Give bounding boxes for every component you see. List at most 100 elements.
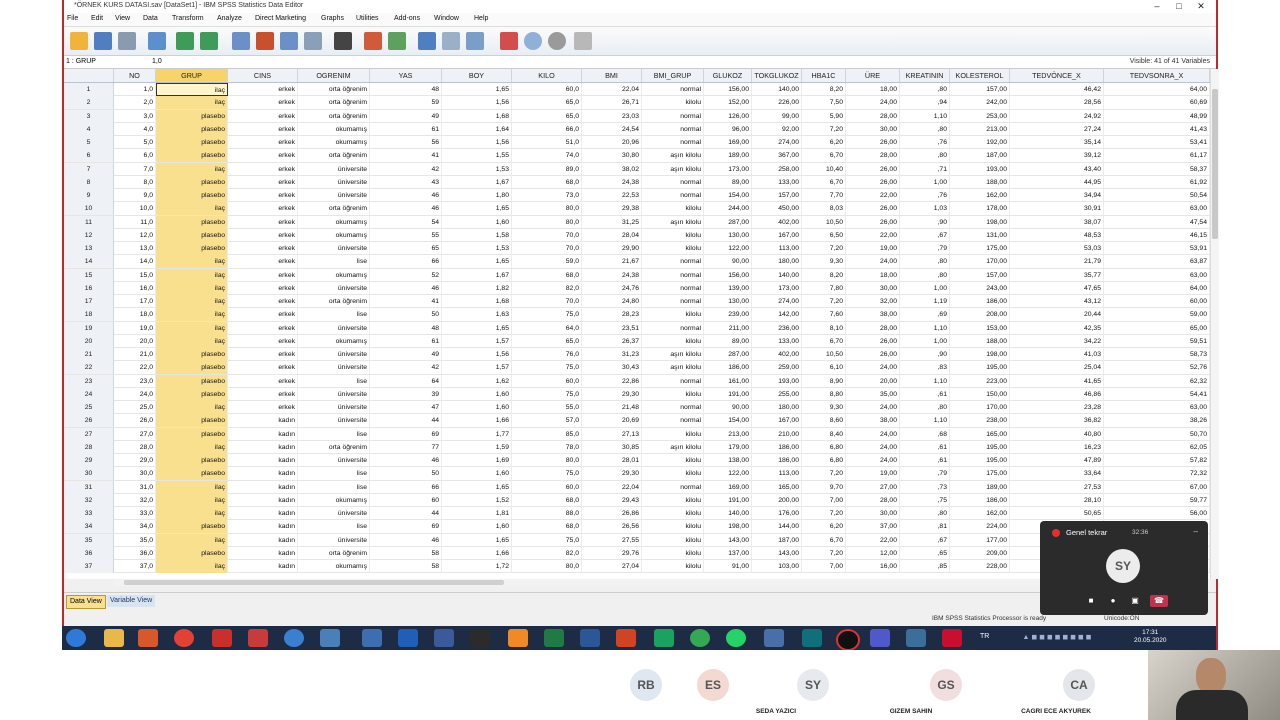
cell-tokglukoz[interactable]: 140,00 xyxy=(752,268,802,282)
cell-ogrenim[interactable]: üniversite xyxy=(298,189,370,202)
cell-bmi-grup[interactable]: normal xyxy=(642,83,704,96)
horizontal-scroll-thumb[interactable] xyxy=(124,580,504,585)
cell-no[interactable]: 20,0 xyxy=(114,334,156,348)
app-icon[interactable] xyxy=(138,629,158,647)
cell-kilo[interactable]: 80,0 xyxy=(512,454,582,467)
cell-no[interactable]: 33,0 xyxy=(114,507,156,520)
column-header-glukoz[interactable]: GLUKOZ xyxy=(704,69,752,82)
cell-kolesterol[interactable]: 187,00 xyxy=(950,149,1010,163)
cell-boy[interactable]: 1,65 xyxy=(442,533,512,547)
cell-grup[interactable]: ilaç xyxy=(156,533,228,547)
cell-grup[interactable]: plasebo xyxy=(156,374,228,388)
menu-help[interactable]: Help xyxy=(474,15,488,22)
cell-ogrenim[interactable]: üniversite xyxy=(298,361,370,375)
cell-tedvsonra[interactable]: 57,82 xyxy=(1104,454,1210,467)
menu-edit[interactable]: Edit xyxy=(91,15,103,22)
cell-tedvsonra[interactable]: 64,00 xyxy=(1104,83,1210,96)
cell-cins[interactable]: erkek xyxy=(228,348,298,361)
cell-no[interactable]: 28,0 xyxy=(114,440,156,454)
cell-tokglukoz[interactable]: 133,00 xyxy=(752,175,802,189)
row-number[interactable]: 6 xyxy=(64,149,114,163)
cell-grup[interactable]: plasebo xyxy=(156,387,228,401)
cell-boy[interactable]: 1,81 xyxy=(442,507,512,520)
cell-tokglukoz[interactable]: 173,00 xyxy=(752,281,802,295)
cell-no[interactable]: 17,0 xyxy=(114,295,156,308)
cell-ure[interactable]: 24,00 xyxy=(846,401,900,414)
weight-cases-icon[interactable] xyxy=(442,32,460,50)
amos-icon[interactable] xyxy=(434,629,454,647)
cell-tokglukoz[interactable]: 103,00 xyxy=(752,560,802,573)
cell-kolesterol[interactable]: 178,00 xyxy=(950,202,1010,216)
cell-kolesterol[interactable]: 192,00 xyxy=(950,136,1010,149)
column-header-tedvsonra[interactable]: TEDVSONRA_X xyxy=(1104,69,1210,82)
cell-glukoz[interactable]: 198,00 xyxy=(704,520,752,534)
cell-cins[interactable]: erkek xyxy=(228,215,298,229)
cell-bmi-grup[interactable]: kilolu xyxy=(642,493,704,507)
cell-kolesterol[interactable]: 198,00 xyxy=(950,348,1010,361)
row-number[interactable]: 7 xyxy=(64,162,114,176)
cell-no[interactable]: 34,0 xyxy=(114,520,156,534)
cell-cins[interactable]: erkek xyxy=(228,122,298,136)
cell-ure[interactable]: 32,00 xyxy=(846,295,900,308)
cell-glukoz[interactable]: 179,00 xyxy=(704,440,752,454)
cell-no[interactable]: 5,0 xyxy=(114,136,156,149)
cell-bmi-grup[interactable]: kilolu xyxy=(642,427,704,441)
cell-bmi-grup[interactable]: aşırı kilolu xyxy=(642,162,704,176)
cell-boy[interactable]: 1,64 xyxy=(442,122,512,136)
row-number[interactable]: 23 xyxy=(64,374,114,388)
cell-kilo[interactable]: 60,0 xyxy=(512,83,582,96)
row-number[interactable]: 3 xyxy=(64,109,114,123)
cell-hba1c[interactable]: 6,80 xyxy=(802,440,846,454)
cell-boy[interactable]: 1,67 xyxy=(442,175,512,189)
row-number[interactable]: 27 xyxy=(64,427,114,441)
row-number[interactable]: 25 xyxy=(64,401,114,414)
cell-tedvonce[interactable]: 21,79 xyxy=(1010,255,1104,269)
whatsapp-icon[interactable] xyxy=(726,629,746,647)
cell-bmi-grup[interactable]: normal xyxy=(642,255,704,269)
cell-grup[interactable]: plasebo xyxy=(156,215,228,229)
cell-yas[interactable]: 54 xyxy=(370,215,442,229)
cell-bmi-grup[interactable]: aşırı kilolu xyxy=(642,348,704,361)
spell-check-icon[interactable] xyxy=(574,32,592,50)
cell-ure[interactable]: 22,00 xyxy=(846,189,900,202)
cell-yas[interactable]: 47 xyxy=(370,401,442,414)
cell-tedvsonra[interactable]: 38,26 xyxy=(1104,414,1210,428)
cell-kolesterol[interactable]: 188,00 xyxy=(950,175,1010,189)
cell-yas[interactable]: 44 xyxy=(370,414,442,428)
cell-glukoz[interactable]: 213,00 xyxy=(704,427,752,441)
cell-grup[interactable]: plasebo xyxy=(156,122,228,136)
cell-yas[interactable]: 55 xyxy=(370,228,442,242)
participant-avatar[interactable]: GS xyxy=(930,669,962,701)
row-number[interactable]: 26 xyxy=(64,414,114,428)
column-header-tokglukoz[interactable]: TOKGLUKOZ xyxy=(752,69,802,82)
cell-bmi-grup[interactable]: kilolu xyxy=(642,507,704,520)
cell-tedvsonra[interactable]: 63,00 xyxy=(1104,202,1210,216)
cell-no[interactable]: 23,0 xyxy=(114,374,156,388)
menu-analyze[interactable]: Analyze xyxy=(217,15,242,22)
app-5-icon[interactable] xyxy=(470,629,490,647)
cell-kreatinin[interactable]: ,76 xyxy=(900,136,950,149)
cell-boy[interactable]: 1,68 xyxy=(442,295,512,308)
cell-tedvsonra[interactable]: 60,69 xyxy=(1104,96,1210,110)
cell-ogrenim[interactable]: üniversite xyxy=(298,321,370,335)
row-number[interactable]: 28 xyxy=(64,440,114,454)
cell-no[interactable]: 14,0 xyxy=(114,255,156,269)
cell-bmi-grup[interactable]: aşırı kilolu xyxy=(642,149,704,163)
row-number[interactable]: 19 xyxy=(64,321,114,335)
cell-yas[interactable]: 50 xyxy=(370,308,442,322)
cell-glukoz[interactable]: 130,00 xyxy=(704,295,752,308)
cell-bmi-grup[interactable]: kilolu xyxy=(642,520,704,534)
cell-ure[interactable]: 35,00 xyxy=(846,387,900,401)
row-number[interactable]: 18 xyxy=(64,308,114,322)
cell-tokglukoz[interactable]: 167,00 xyxy=(752,414,802,428)
cell-bmi[interactable]: 24,38 xyxy=(582,175,642,189)
cell-grup[interactable]: plasebo xyxy=(156,149,228,163)
cell-yas[interactable]: 58 xyxy=(370,546,442,560)
cell-boy[interactable]: 1,66 xyxy=(442,414,512,428)
cell-kilo[interactable]: 75,0 xyxy=(512,387,582,401)
system-tray-icons[interactable]: ▲ ◼ ◼ ◼ ◼ ◼ ◼ ◼ ◼ xyxy=(1002,629,1112,647)
column-header-yas[interactable]: YAS xyxy=(370,69,442,82)
table-row[interactable]: 9 9,0 plasebo erkek üniversite 46 1,80 73,0 22,5… xyxy=(64,189,1210,203)
cell-kolesterol[interactable]: 198,00 xyxy=(950,215,1010,229)
cell-tokglukoz[interactable]: 187,00 xyxy=(752,533,802,547)
